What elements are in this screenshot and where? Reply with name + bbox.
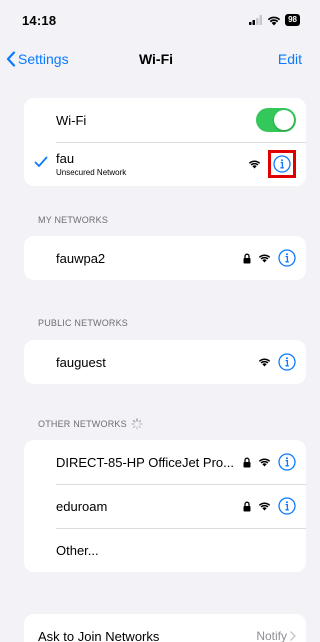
public-networks-header-label: PUBLIC NETWORKS [38,318,129,328]
info-icon [278,453,296,471]
lock-icon [243,253,251,263]
network-name: DIRECT-85-HP OfficeJet Pro... [56,454,234,470]
my-networks-group: fauwpa2 [24,236,306,280]
wifi-toggle[interactable] [256,108,296,132]
ask-to-join-group: Ask to Join Networks Notify [24,614,306,642]
network-row-eduroam[interactable]: eduroam [24,484,306,528]
wifi-icon [258,254,271,263]
back-button[interactable]: Settings [6,51,69,67]
wifi-icon [267,16,281,25]
status-bar: 14:18 98 [0,0,312,40]
network-info-button[interactable] [278,249,296,267]
wifi-toggle-label: Wi-Fi [56,112,87,128]
highlight-box [268,150,296,178]
edit-button[interactable]: Edit [278,51,302,67]
wifi-icon [258,458,271,467]
info-icon [278,249,296,267]
spinner-icon [131,418,143,430]
info-icon [278,497,296,515]
public-networks-header: PUBLIC NETWORKS [38,318,128,328]
network-row-fauwpa2[interactable]: fauwpa2 [24,236,306,280]
wifi-icon [258,502,271,511]
wifi-icon [248,160,261,169]
lock-icon [243,501,251,511]
ask-to-join-value: Notify [256,629,287,642]
info-icon [273,155,291,173]
navigation-bar: Settings Wi-Fi Edit [0,44,312,74]
status-time: 14:18 [22,12,57,28]
other-networks-group: DIRECT-85-HP OfficeJet Pro... eduroam Ot… [24,440,306,572]
chevron-left-icon [6,51,16,67]
network-row-direct-85-hp[interactable]: DIRECT-85-HP OfficeJet Pro... [24,440,306,484]
network-icons [258,353,296,371]
wifi-group: Wi-Fi fau Unsecured Network [24,98,306,186]
network-row-fauguest[interactable]: fauguest [24,340,306,384]
wifi-icon [258,358,271,367]
network-icons [243,249,296,267]
other-network-label: Other... [56,542,99,558]
signal-icon [249,15,263,25]
network-name: fauguest [56,354,106,370]
network-icons [243,497,296,515]
connected-network-row[interactable]: fau Unsecured Network [24,142,306,186]
back-button-label: Settings [18,51,69,67]
battery-icon: 98 [285,14,300,26]
public-networks-group: fauguest [24,340,306,384]
network-info-button[interactable] [278,453,296,471]
other-networks-header-label: OTHER NETWORKS [38,419,127,429]
other-networks-header: OTHER NETWORKS [38,418,143,430]
ask-to-join-value-wrap: Notify [256,629,296,642]
ask-to-join-label: Ask to Join Networks [38,628,160,642]
network-icons [243,453,296,471]
network-info-button[interactable] [278,497,296,515]
ask-to-join-row[interactable]: Ask to Join Networks Notify [24,614,306,642]
wifi-toggle-row: Wi-Fi [24,98,306,142]
network-info-button[interactable] [278,353,296,371]
lock-icon [243,457,251,467]
my-networks-header: MY NETWORKS [38,215,108,225]
chevron-right-icon [290,631,296,641]
info-icon [278,353,296,371]
network-name: eduroam [56,498,108,514]
connected-network-info: fau Unsecured Network [56,151,248,177]
connected-network-name: fau [56,151,75,166]
network-name: fauwpa2 [56,250,106,266]
connected-network-subtitle: Unsecured Network [56,168,127,177]
other-network-row[interactable]: Other... [24,528,306,572]
my-networks-header-label: MY NETWORKS [38,215,109,225]
status-icons: 98 [249,14,300,26]
checkmark-icon [34,156,48,167]
connected-network-info-button[interactable] [273,155,291,173]
connected-network-icons [248,150,296,178]
